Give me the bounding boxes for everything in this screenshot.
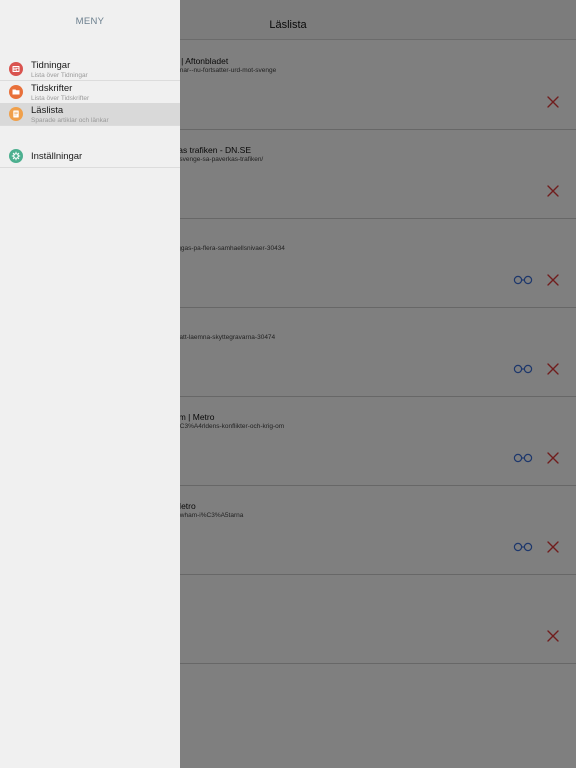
menu-title: MENY [75,16,105,27]
menu-item-installningar[interactable]: Inställningar [0,145,180,168]
menu-item-tidningar[interactable]: Tidningar Lista över Tidningar [0,58,180,81]
menu-item-label: Läslista [31,105,64,116]
menu-item-laslista[interactable]: Läslista Sparade artiklar och länkar [0,103,180,126]
magazine-icon [9,85,23,99]
menu-item-subtitle: Lista över Tidskrifter [31,95,90,102]
menu-item-label: Inställningar [31,151,83,162]
menu-item-tidskrifter[interactable]: Tidskrifter Lista över Tidskrifter [0,81,180,104]
menu-item-subtitle: Sparade artiklar och länkar [31,117,109,124]
side-menu: MENY Tidningar Lista över Tidningar Tids… [0,0,180,768]
reading-list-icon [9,107,23,121]
newspaper-icon [9,62,23,76]
menu-item-label: Tidskrifter [31,83,73,94]
settings-icon [9,149,23,163]
menu-item-label: Tidningar [31,60,71,71]
menu-item-subtitle: Lista över Tidningar [31,72,88,79]
